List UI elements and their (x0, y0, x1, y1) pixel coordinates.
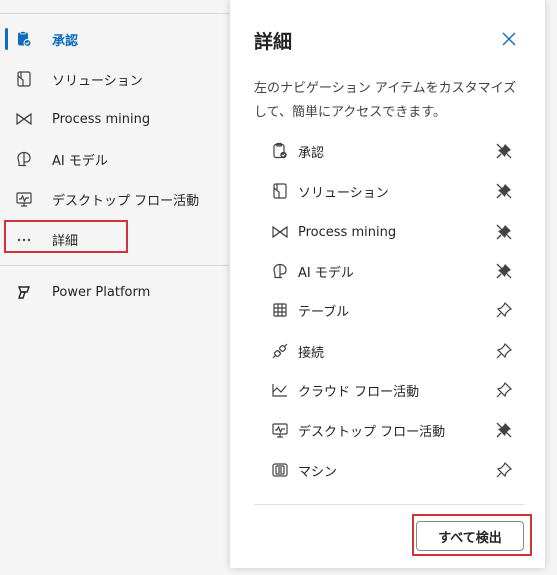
unpin-icon[interactable] (494, 141, 514, 161)
panel-item-label: 接続 (298, 345, 325, 361)
power-platform-icon (14, 282, 34, 302)
unpin-icon[interactable] (494, 181, 514, 201)
panel-item-process-mining[interactable]: Process mining (270, 218, 520, 246)
approvals-icon (14, 29, 34, 49)
panel-title: 詳細 (254, 31, 293, 53)
panel-item-desktop-flow-activity[interactable]: デスクトップ フロー活動 (270, 416, 520, 444)
nav-item-solutions[interactable]: ソリューション (0, 61, 229, 97)
pin-icon[interactable] (494, 380, 514, 400)
panel-item-cloud-flow-activity[interactable]: クラウド フロー活動 (270, 376, 520, 404)
panel-item-label: ソリューション (298, 185, 389, 201)
nav-top-divider (0, 13, 229, 14)
close-button[interactable] (498, 28, 520, 50)
nav-item-process-mining[interactable]: Process mining (0, 101, 229, 137)
panel-item-approvals[interactable]: 承認 (270, 137, 520, 165)
ai-model-icon (270, 261, 290, 281)
highlight-box-discover-all (412, 514, 532, 556)
panel-item-solutions[interactable]: ソリューション (270, 177, 520, 205)
machines-icon (270, 460, 290, 480)
panel-item-label: 承認 (298, 145, 325, 161)
nav-item-label: デスクトップ フロー活動 (52, 193, 200, 209)
nav-item-ai-model[interactable]: AI モデル (0, 141, 229, 177)
pin-icon[interactable] (494, 460, 514, 480)
panel-divider (254, 504, 525, 505)
more-flyout-panel: 詳細 左のナビゲーション アイテムをカスタマイズして、簡単にアクセスできます。 … (230, 0, 545, 568)
panel-item-label: テーブル (298, 304, 350, 320)
nav-footer-label: Power Platform (52, 284, 151, 300)
nav-item-label: Process mining (52, 111, 151, 127)
panel-description: 左のナビゲーション アイテムをカスタマイズして、簡単にアクセスできます。 (254, 81, 517, 120)
nav-bottom-divider (0, 265, 229, 266)
pin-icon[interactable] (494, 300, 514, 320)
panel-item-connections[interactable]: 接続 (270, 337, 520, 365)
desktop-flow-activity-icon (14, 189, 34, 209)
cloud-flow-activity-icon (270, 380, 290, 400)
process-mining-icon (270, 222, 290, 242)
unpin-icon[interactable] (494, 261, 514, 281)
table-icon (270, 300, 290, 320)
panel-item-label: クラウド フロー活動 (298, 384, 420, 400)
panel-item-label: Process mining (298, 224, 397, 240)
left-navigation: 承認 ソリューション Process mining AI モデル デスクトップ … (0, 0, 229, 575)
nav-item-label: 承認 (52, 33, 79, 49)
solutions-icon (270, 181, 290, 201)
nav-item-label: ソリューション (52, 73, 143, 89)
desktop-flow-activity-icon (270, 420, 290, 440)
nav-item-desktop-flow-activity[interactable]: デスクトップ フロー活動 (0, 181, 229, 217)
process-mining-icon (14, 109, 34, 129)
nav-item-label: AI モデル (52, 153, 108, 169)
panel-item-machines[interactable]: マシン (270, 456, 520, 484)
pin-icon[interactable] (494, 341, 514, 361)
approvals-icon (270, 141, 290, 161)
unpin-icon[interactable] (494, 222, 514, 242)
panel-item-label: デスクトップ フロー活動 (298, 424, 446, 440)
panel-item-label: マシン (298, 464, 338, 480)
nav-item-approvals[interactable]: 承認 (0, 21, 229, 57)
solutions-icon (14, 69, 34, 89)
selected-indicator (5, 28, 8, 50)
panel-item-ai-model[interactable]: AI モデル (270, 257, 520, 285)
unpin-icon[interactable] (494, 420, 514, 440)
panel-item-tables[interactable]: テーブル (270, 296, 520, 324)
panel-item-label: AI モデル (298, 265, 354, 281)
close-icon (502, 32, 516, 46)
ai-model-icon (14, 149, 34, 169)
highlight-box-more (4, 220, 128, 253)
nav-item-power-platform[interactable]: Power Platform (0, 274, 229, 310)
connections-icon (270, 341, 290, 361)
